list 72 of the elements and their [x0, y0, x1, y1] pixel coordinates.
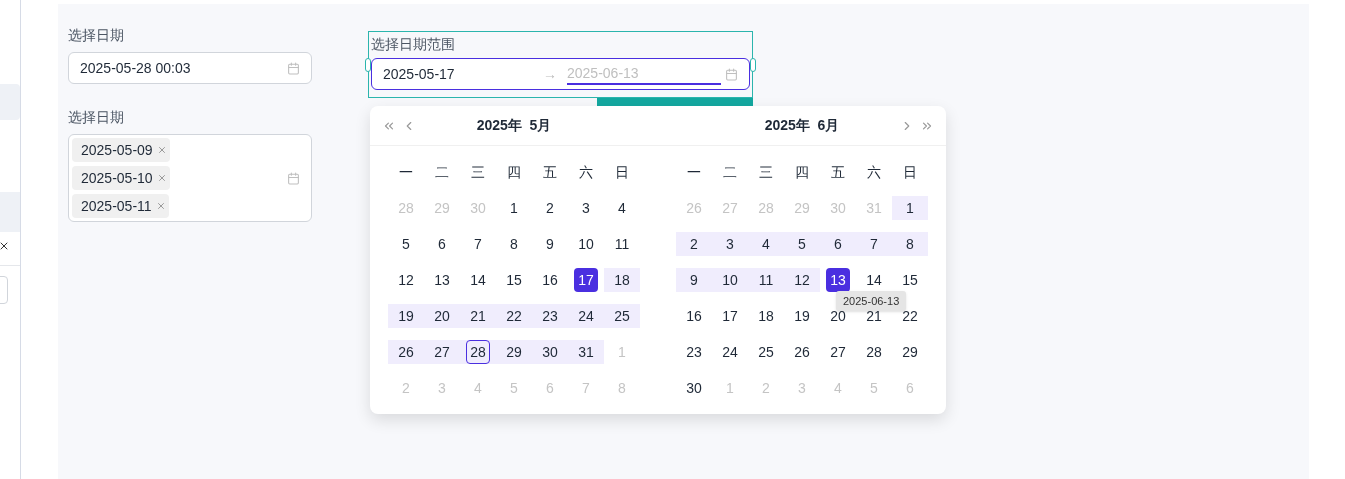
calendar-day[interactable]: 9 — [538, 232, 562, 256]
weekday-label: 六 — [579, 162, 593, 182]
weekday-label: 一 — [399, 162, 413, 182]
calendar-day[interactable]: 28 — [862, 340, 886, 364]
date-tooltip: 2025-06-13 — [836, 291, 907, 311]
field-label: 选择日期范围 — [371, 35, 456, 53]
calendar-day[interactable]: 4 — [610, 196, 634, 220]
date-range-field[interactable]: 2025-05-17 → 2025-06-13 — [371, 58, 750, 90]
month-title[interactable]: 2025年 6月 — [764, 115, 840, 136]
calendar-day[interactable]: 15 — [502, 268, 526, 292]
field-label: 选择日期 — [68, 108, 125, 126]
calendar-day[interactable]: 14 — [466, 268, 490, 292]
calendar-day[interactable]: 11 — [610, 232, 634, 256]
range-separator: → — [542, 64, 558, 84]
resize-handle[interactable] — [365, 58, 371, 72]
date-field[interactable]: 2025-05-28 00:03 — [68, 52, 312, 84]
weekday-label: 三 — [471, 162, 485, 182]
end-date-input[interactable]: 2025-06-13 — [567, 63, 721, 85]
calendar-day[interactable]: 25 — [754, 340, 778, 364]
calendar-day[interactable]: 15 — [898, 268, 922, 292]
calendar-icon — [287, 171, 300, 185]
tag-text: 2025-05-10 — [81, 168, 153, 188]
weekday-label: 二 — [435, 162, 449, 182]
weekday-label: 二 — [723, 162, 737, 182]
weekday-label: 日 — [903, 162, 917, 182]
weekday-label: 四 — [795, 162, 809, 182]
weekday-label: 三 — [759, 162, 773, 182]
weekday-label: 一 — [687, 162, 701, 182]
month-title[interactable]: 2025年 5月 — [476, 115, 552, 136]
tag-text: 2025-05-09 — [81, 140, 153, 160]
weekday-label: 五 — [543, 162, 557, 182]
calendar-day[interactable]: 18 — [754, 304, 778, 328]
calendar-day[interactable]: 27 — [826, 340, 850, 364]
calendar-day[interactable]: 1 — [502, 196, 526, 220]
date-value: 2025-05-28 00:03 — [80, 58, 191, 78]
field-label: 选择日期 — [68, 26, 125, 44]
calendar-day[interactable]: 19 — [790, 304, 814, 328]
calendar-day[interactable]: 26 — [790, 340, 814, 364]
calendar-day[interactable]: 14 — [862, 268, 886, 292]
calendar-day[interactable]: 17 — [574, 268, 598, 292]
calendar-day[interactable]: 13 — [430, 268, 454, 292]
remove-icon[interactable] — [155, 201, 166, 211]
weekday-label: 四 — [507, 162, 521, 182]
calendar-day[interactable]: 8 — [502, 232, 526, 256]
multi-date-field[interactable]: 2025-05-09 2025-05-10 2025-05-11 — [68, 134, 312, 222]
calendar-day[interactable]: 28 — [466, 340, 490, 364]
calendar-day[interactable]: 12 — [394, 268, 418, 292]
remove-icon[interactable] — [156, 173, 167, 183]
tag-text: 2025-05-11 — [81, 196, 152, 216]
calendar-day[interactable]: 30 — [682, 376, 706, 400]
weekday-label: 五 — [831, 162, 845, 182]
calendar-icon — [725, 67, 738, 81]
weekday-label: 六 — [867, 162, 881, 182]
calendar-day[interactable]: 3 — [574, 196, 598, 220]
calendar-day[interactable]: 5 — [394, 232, 418, 256]
close-icon[interactable] — [0, 240, 10, 252]
remove-icon[interactable] — [156, 145, 167, 155]
resize-handle[interactable] — [750, 58, 756, 72]
start-date[interactable]: 2025-05-17 — [383, 63, 533, 85]
weekday-label: 日 — [615, 162, 629, 182]
calendar-day[interactable]: 13 — [826, 268, 850, 292]
calendar-day[interactable]: 6 — [430, 232, 454, 256]
calendar-day[interactable]: 16 — [682, 304, 706, 328]
calendar-icon — [287, 61, 300, 75]
calendar-day[interactable]: 10 — [574, 232, 598, 256]
calendar-day[interactable]: 2 — [538, 196, 562, 220]
calendar-day[interactable]: 7 — [466, 232, 490, 256]
calendar-day[interactable]: 29 — [898, 340, 922, 364]
calendar-day[interactable]: 16 — [538, 268, 562, 292]
calendar-day[interactable]: 17 — [718, 304, 742, 328]
calendar-day[interactable]: 23 — [682, 340, 706, 364]
calendar-day[interactable]: 24 — [718, 340, 742, 364]
